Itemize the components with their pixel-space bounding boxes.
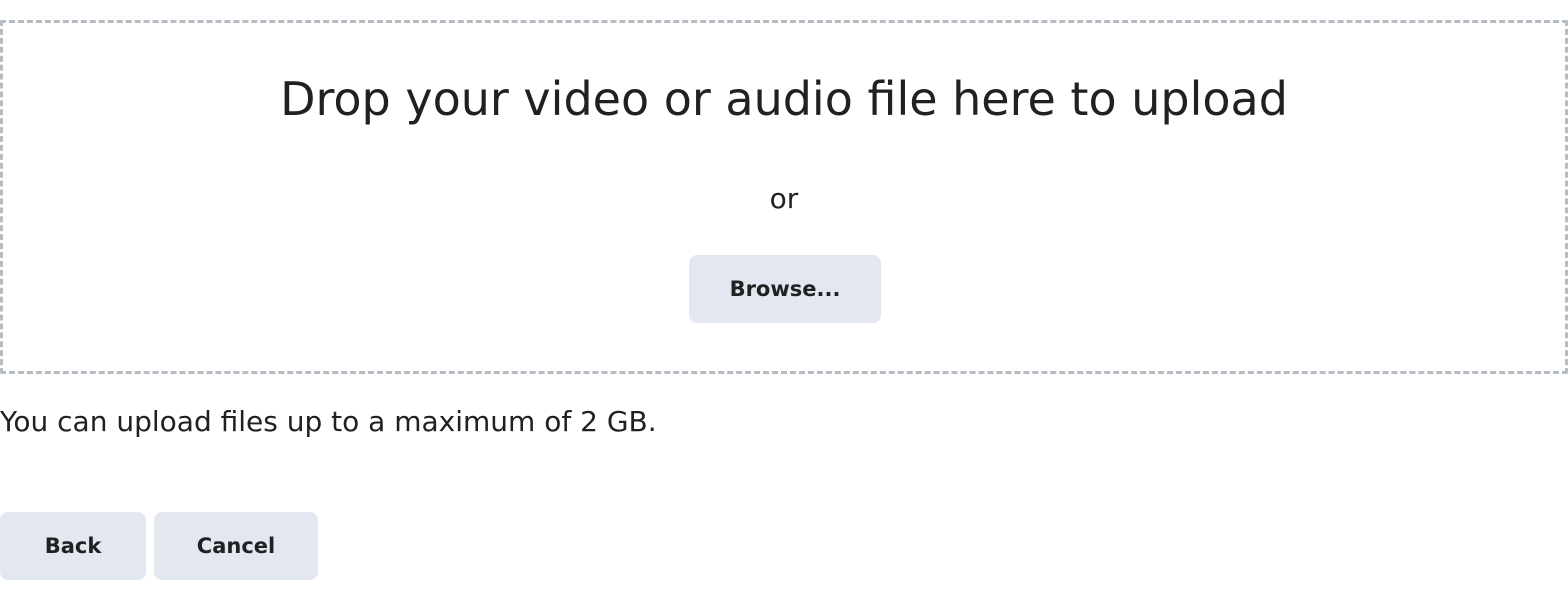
upload-limit-note: You can upload files up to a maximum of … [0, 405, 657, 438]
back-button[interactable]: Back [0, 512, 146, 580]
drop-zone-separator: or [769, 182, 799, 215]
drop-zone-title: Drop your video or audio file here to up… [280, 72, 1288, 126]
upload-page: Drop your video or audio file here to up… [0, 0, 1568, 598]
file-drop-zone[interactable]: Drop your video or audio file here to up… [0, 20, 1568, 374]
cancel-button[interactable]: Cancel [154, 512, 318, 580]
browse-button[interactable]: Browse... [689, 255, 881, 323]
